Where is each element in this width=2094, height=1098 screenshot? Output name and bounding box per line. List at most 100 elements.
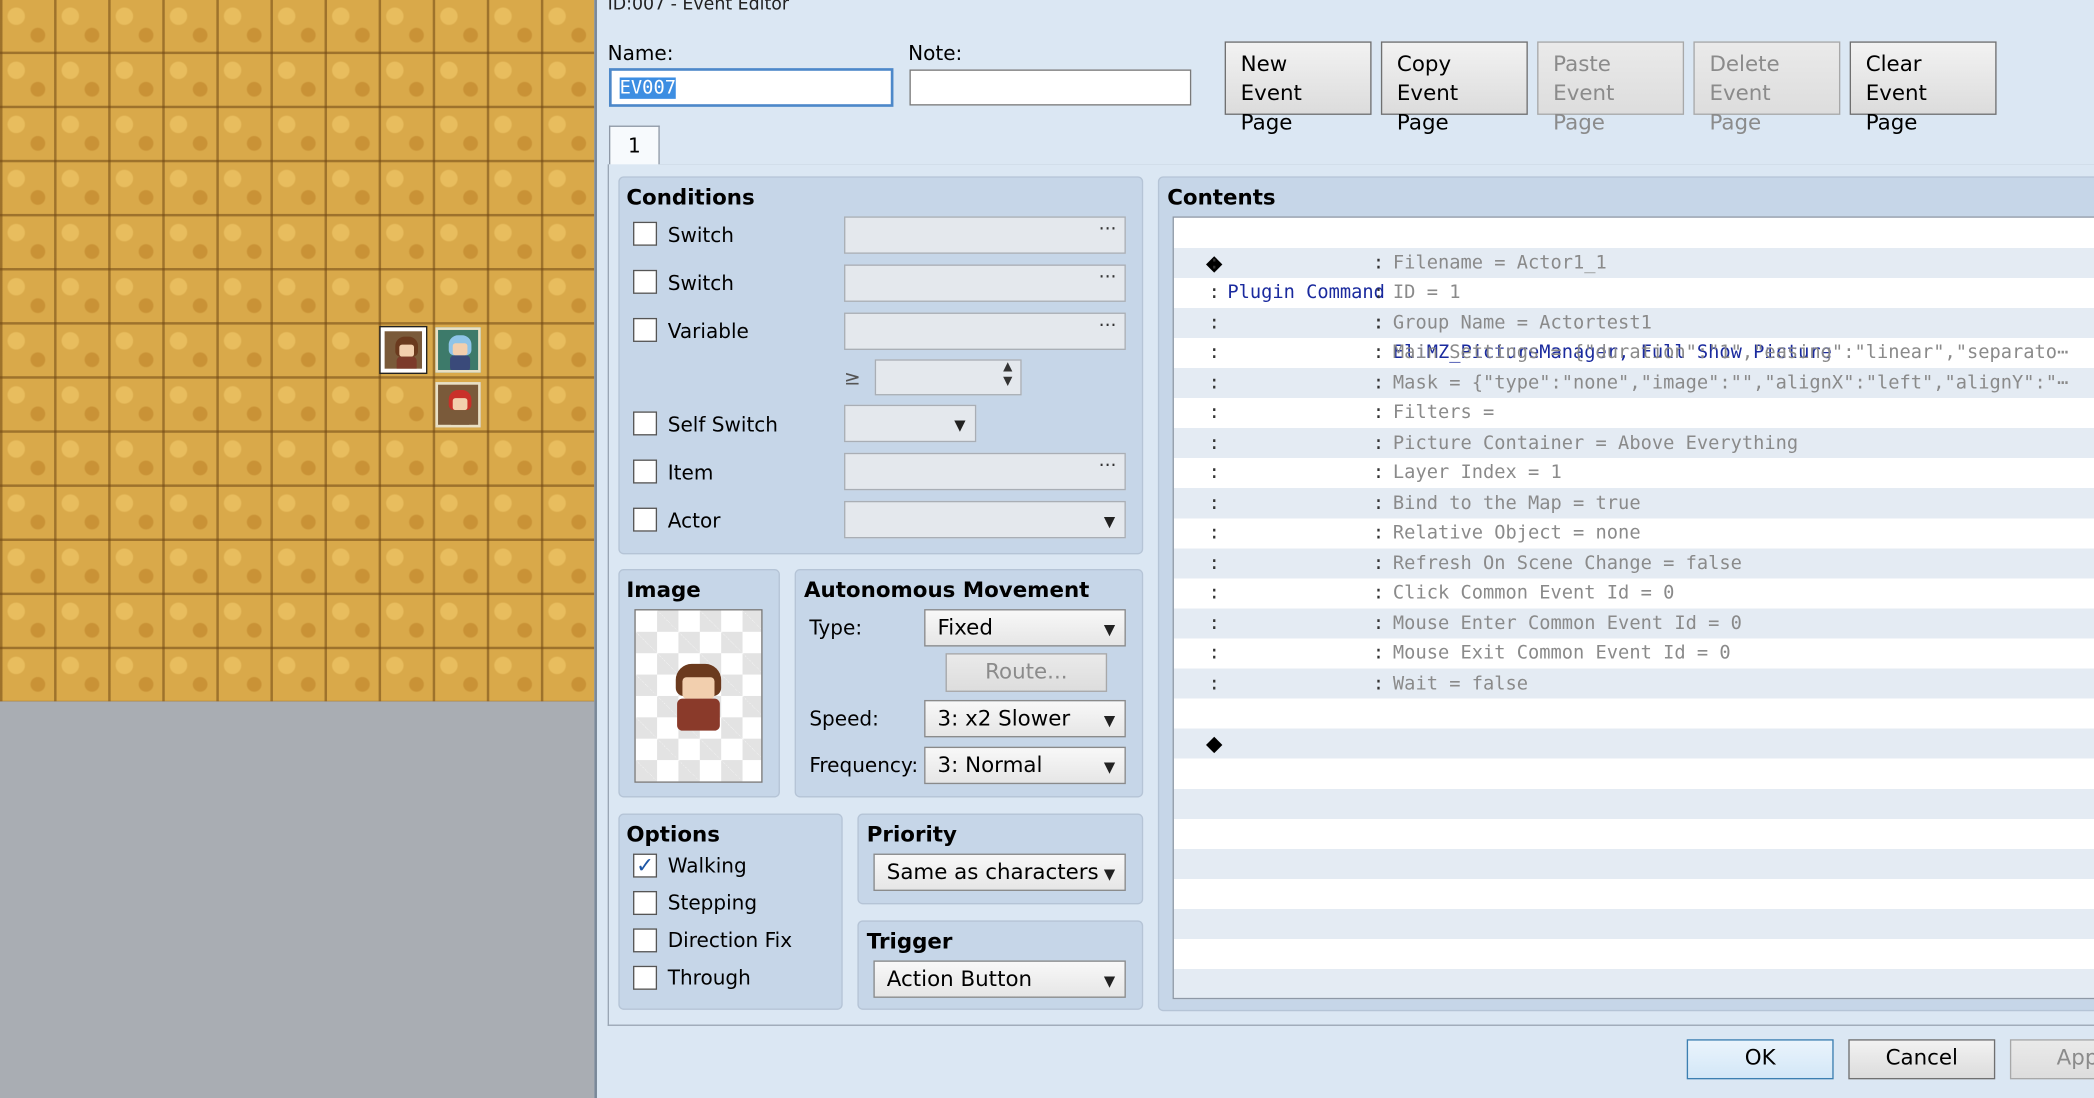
row-separator: : (1372, 552, 1385, 574)
note-input[interactable] (909, 69, 1192, 106)
walking-checkbox[interactable]: ✓ (633, 853, 658, 878)
parameter-row[interactable]: :: Filename = Actor1_1 (1174, 248, 2094, 278)
row-indent-colon: : (1208, 311, 1220, 334)
tab-page-1[interactable]: 1 (608, 125, 660, 166)
chevron-down-icon: ▼ (1103, 621, 1116, 639)
actor-label: Actor (667, 508, 721, 533)
parameter-row[interactable]: :: Picture Container = Above Everything (1174, 428, 2094, 458)
row-indent-colon: : (1208, 612, 1220, 634)
parameter-text: Wait = false (1392, 672, 1529, 694)
new-event-page-button[interactable]: New Event Page (1224, 41, 1372, 135)
row-indent-colon: : (1208, 582, 1220, 604)
switch2-label: Switch (667, 271, 734, 296)
conditions-title: Conditions (626, 184, 755, 210)
autonomous-movement-title: Autonomous Movement (803, 577, 1090, 603)
variable-select[interactable]: ··· (844, 312, 1126, 350)
frequency-select[interactable]: 3: Normal ▼ (924, 746, 1126, 785)
self-switch-label: Self Switch (667, 412, 779, 437)
copy-event-page-button[interactable]: Copy Event Page (1380, 41, 1528, 135)
direction-fix-label: Direction Fix (667, 928, 793, 953)
speed-select[interactable]: 3: x2 Slower ▼ (924, 699, 1126, 738)
event-command-list[interactable]: ◆ Plugin Command : EliMZ_PictureManager,… (1172, 216, 2094, 1000)
row-separator: : (1372, 341, 1385, 364)
through-checkbox[interactable] (633, 965, 658, 990)
parameter-row[interactable]: :: Bind to the Map = true (1174, 488, 2094, 518)
row-separator: : (1372, 432, 1385, 454)
priority-select[interactable]: Same as characters ▼ (873, 853, 1126, 891)
window-title: ID:007 - Event Editor (607, 0, 790, 15)
switch1-checkbox[interactable] (633, 221, 658, 246)
command-row[interactable]: ◆ Plugin Command : EliMZ_PictureManager,… (1174, 218, 2094, 363)
chevron-down-icon: ▼ (1103, 758, 1116, 777)
trigger-select[interactable]: Action Button ▼ (873, 960, 1126, 998)
parameter-row[interactable]: :: Layer Index = 1 (1174, 458, 2094, 488)
parameter-text: Mouse Exit Common Event Id = 0 (1392, 642, 1731, 664)
ok-button[interactable]: OK (1686, 1039, 1834, 1080)
clear-event-page-button[interactable]: Clear Event Page (1849, 41, 1997, 135)
name-input[interactable]: EV007 (608, 68, 894, 107)
switch2-select[interactable]: ··· (844, 264, 1126, 302)
chevron-down-icon: ▼ (1103, 865, 1116, 883)
event-sprite-red-hair[interactable] (435, 382, 481, 428)
chevron-down-icon: ▼ (1103, 972, 1116, 990)
direction-fix-checkbox[interactable] (633, 928, 658, 953)
parameter-text: Mask = {"type":"none","image":"","alignX… (1392, 372, 2069, 394)
event-image-preview[interactable] (634, 609, 763, 783)
command-end-row[interactable]: ◆ (1174, 699, 2094, 755)
row-separator: : (1372, 612, 1385, 634)
switch1-select[interactable]: ··· (844, 216, 1126, 254)
row-indent-colon: : (1208, 402, 1220, 424)
parameter-text: Refresh On Scene Change = false (1392, 552, 1742, 574)
actor-checkbox[interactable] (633, 507, 658, 532)
parameter-text: Click Common Event Id = 0 (1392, 582, 1675, 604)
chevron-down-icon: ▼ (1103, 512, 1116, 531)
paste-event-page-button[interactable]: Paste Event Page (1537, 41, 1685, 135)
name-label: Name: (607, 41, 674, 66)
event-sprite-hero-selected[interactable] (379, 325, 428, 375)
row-indent-colon: : (1208, 432, 1220, 454)
self-switch-select[interactable]: ▼ (844, 404, 977, 443)
map-canvas[interactable] (0, 0, 595, 702)
parameter-row[interactable]: :: ID = 1 (1174, 278, 2094, 308)
parameter-row[interactable]: :: Mouse Exit Common Event Id = 0 (1174, 639, 2094, 669)
parameter-row[interactable]: :: Refresh On Scene Change = false (1174, 548, 2094, 578)
row-separator: : (1372, 522, 1385, 544)
delete-event-page-button[interactable]: Delete Event Page (1693, 41, 1841, 135)
parameter-row[interactable]: :: Relative Object = none (1174, 518, 2094, 548)
self-switch-checkbox[interactable] (633, 411, 658, 436)
item-checkbox[interactable] (633, 459, 658, 484)
variable-value-spinner[interactable]: ▲ ▼ (874, 359, 1022, 396)
switch1-label: Switch (667, 223, 734, 248)
parameter-row[interactable]: :: Click Common Event Id = 0 (1174, 578, 2094, 608)
screen: ID:007 - Event Editor Name: EV007 Note: … (0, 0, 2094, 1098)
route-button[interactable]: Route... (945, 653, 1108, 692)
parameter-text: Relative Object = none (1392, 522, 1641, 544)
apply-button[interactable]: Apply (2009, 1039, 2094, 1080)
variable-label: Variable (667, 319, 749, 344)
switch2-checkbox[interactable] (633, 269, 658, 294)
parameter-row[interactable]: :: Mask = {"type":"none","image":"","alig… (1174, 368, 2094, 398)
stepping-checkbox[interactable] (633, 890, 658, 916)
parameter-row[interactable]: :: Main Settings = {"duration":"1","easin… (1174, 338, 2094, 368)
parameter-row[interactable]: :: Wait = false (1174, 669, 2094, 699)
variable-checkbox[interactable] (633, 317, 658, 342)
parameter-row[interactable]: :: Group Name = Actortest1 (1174, 308, 2094, 338)
item-select[interactable]: ··· (844, 452, 1126, 491)
row-separator: : (1372, 492, 1385, 514)
item-label: Item (667, 460, 714, 485)
actor-select[interactable]: ▼ (844, 500, 1126, 539)
parameter-row[interactable]: :: Mouse Enter Common Event Id = 0 (1174, 608, 2094, 638)
parameter-text: Layer Index = 1 (1392, 462, 1562, 484)
row-separator: : (1372, 372, 1385, 394)
ellipsis-icon: ··· (1098, 267, 1117, 289)
movement-type-select[interactable]: Fixed ▼ (924, 609, 1126, 647)
contents-title: Contents (1167, 184, 1276, 210)
spinner-arrows-icon[interactable]: ▲ ▼ (1003, 361, 1012, 390)
parameter-row[interactable]: :: Filters = (1174, 398, 2094, 428)
cancel-button[interactable]: Cancel (1848, 1039, 1996, 1080)
row-separator: : (1372, 582, 1385, 604)
event-sprite-blue-hair[interactable] (435, 327, 481, 373)
row-separator: : (1372, 462, 1385, 484)
priority-value: Same as characters (886, 858, 1099, 885)
ellipsis-icon: ··· (1098, 315, 1117, 337)
